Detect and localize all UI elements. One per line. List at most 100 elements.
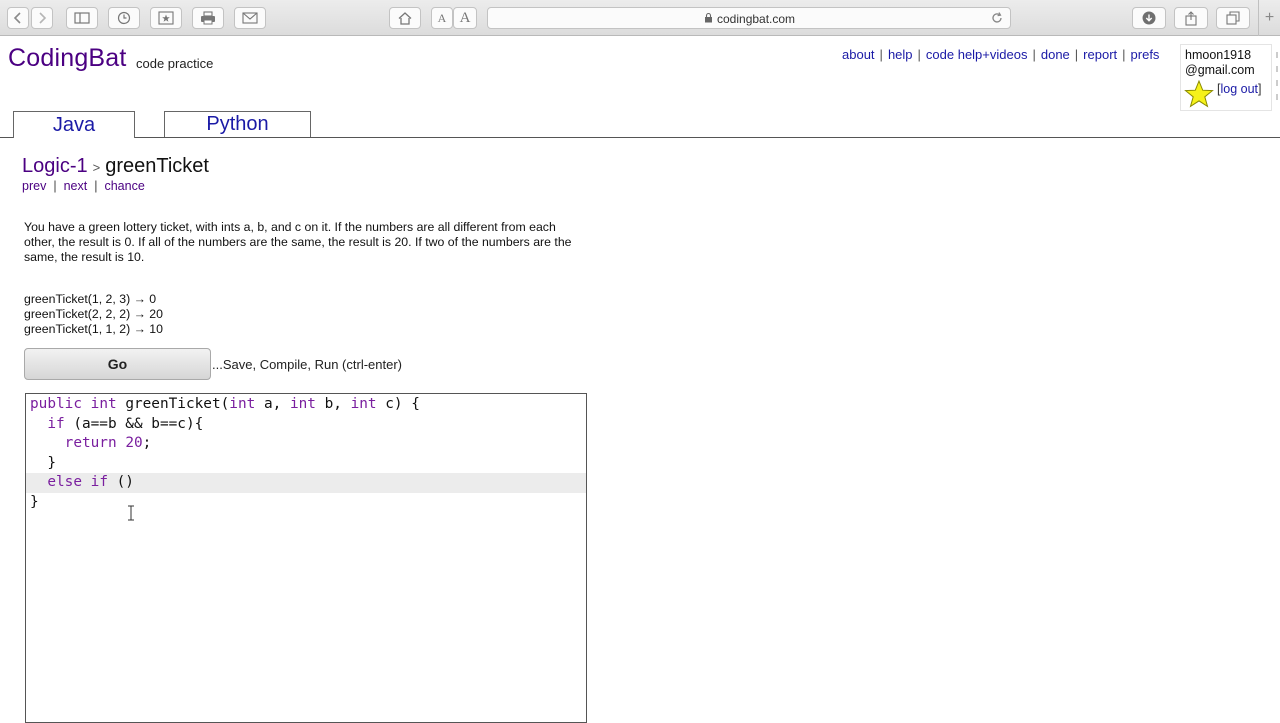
browser-toolbar: A A codingbat.com +	[0, 0, 1280, 36]
mail-button[interactable]	[234, 7, 266, 29]
examples-list: greenTicket(1, 2, 3) → 0 greenTicket(2, …	[24, 292, 163, 337]
history-button[interactable]	[108, 7, 140, 29]
example-item: greenTicket(1, 1, 2) → 10	[24, 322, 163, 336]
tab-python[interactable]: Python	[164, 111, 311, 137]
tab-java[interactable]: Java	[13, 111, 135, 139]
code-keyword: else	[47, 474, 82, 490]
downloads-button[interactable]	[1132, 7, 1166, 29]
problem-nav: prev | next | chance	[22, 179, 145, 193]
lock-icon	[705, 12, 712, 23]
breadcrumb-category[interactable]: Logic-1	[22, 155, 88, 177]
separator: |	[917, 47, 921, 62]
code-line: return 20;	[30, 434, 584, 454]
site-tagline: code practice	[136, 56, 214, 71]
code-text: greenTicket(	[116, 396, 230, 412]
home-button[interactable]	[389, 7, 421, 29]
code-number: 20	[125, 435, 143, 451]
bracket-close: ]	[1258, 82, 1262, 96]
tabs-overview-button[interactable]	[1216, 7, 1250, 29]
about-link[interactable]: about	[842, 47, 875, 62]
code-text: (a==b && b==c){	[64, 415, 204, 432]
prefs-link[interactable]: prefs	[1131, 47, 1160, 62]
problem-description: You have a green lottery ticket, with in…	[24, 220, 572, 264]
code-line: }	[30, 493, 584, 513]
code-editor[interactable]: public int greenTicket(int a, int b, int…	[25, 393, 587, 723]
new-tab-button[interactable]: +	[1258, 0, 1280, 36]
code-text: b,	[315, 396, 351, 412]
code-line: public int greenTicket(int a, int b, int…	[30, 395, 584, 415]
font-larger-button[interactable]: A	[453, 7, 477, 29]
code-help-videos-link[interactable]: code help+videos	[926, 47, 1028, 62]
chance-link[interactable]: chance	[104, 179, 144, 193]
report-link[interactable]: report	[1083, 47, 1117, 62]
separator: |	[879, 47, 883, 62]
code-keyword: return	[64, 435, 117, 451]
code-keyword: if	[90, 474, 108, 490]
star-bookmark-icon	[158, 11, 174, 25]
chevron-right-icon	[39, 12, 47, 24]
next-link[interactable]: next	[64, 179, 88, 193]
code-keyword: int	[90, 396, 117, 412]
code-keyword: if	[47, 415, 65, 432]
page-title: greenTicket	[105, 155, 209, 177]
code-keyword: int	[229, 396, 256, 412]
breadcrumb-arrow: >	[92, 160, 101, 175]
help-link[interactable]: help	[888, 47, 913, 62]
code-text: c) {	[376, 396, 420, 412]
forward-button[interactable]	[31, 7, 53, 29]
separator: |	[53, 179, 57, 193]
share-icon	[1185, 10, 1197, 26]
address-url: codingbat.com	[717, 12, 796, 26]
done-link[interactable]: done	[1041, 47, 1070, 62]
star-icon	[1184, 80, 1214, 108]
code-line-active: else if ()	[26, 473, 586, 493]
separator: |	[1122, 47, 1126, 62]
code-keyword: int	[289, 396, 316, 412]
go-button[interactable]: Go	[24, 348, 211, 380]
code-text: }	[30, 493, 39, 510]
envelope-icon	[242, 12, 258, 24]
address-bar[interactable]: codingbat.com	[487, 7, 1011, 29]
code-text: ;	[142, 435, 152, 451]
logout-container: [log out]	[1217, 82, 1262, 96]
example-item: greenTicket(1, 2, 3) → 0	[24, 292, 157, 306]
code-line: if (a==b && b==c){	[30, 415, 584, 435]
user-box: hmoon1918 @gmail.com [log out]	[1180, 44, 1272, 111]
bookmarks-button[interactable]	[150, 7, 182, 29]
go-hint: ...Save, Compile, Run (ctrl-enter)	[212, 357, 403, 372]
code-line: }	[30, 454, 584, 474]
back-button[interactable]	[7, 7, 29, 29]
code-text: ()	[107, 474, 134, 490]
chevron-left-icon	[13, 12, 21, 24]
text-cursor-icon	[128, 505, 134, 521]
separator: |	[1074, 47, 1079, 62]
user-email-line1: hmoon1918	[1185, 48, 1252, 62]
site-logo[interactable]: CodingBat	[8, 44, 127, 73]
share-button[interactable]	[1174, 7, 1208, 29]
tabs-divider	[0, 137, 1280, 138]
print-button[interactable]	[192, 7, 224, 29]
breadcrumb: Logic-1 > greenTicket	[22, 155, 209, 178]
prev-link[interactable]: prev	[22, 179, 46, 193]
logout-link[interactable]: log out	[1220, 82, 1258, 96]
clock-icon	[117, 11, 131, 25]
user-email-line2: @gmail.com	[1185, 63, 1255, 77]
code-text: }	[30, 454, 56, 471]
home-icon	[398, 11, 412, 25]
sidebar-button[interactable]	[66, 7, 98, 29]
scroll-edge-decoration	[1276, 52, 1278, 100]
download-icon	[1142, 11, 1156, 25]
reload-icon[interactable]	[990, 11, 1004, 25]
separator: |	[1032, 47, 1036, 62]
sidebar-icon	[74, 12, 90, 24]
font-smaller-button[interactable]: A	[431, 7, 453, 29]
tabs-icon	[1226, 11, 1240, 25]
printer-icon	[201, 11, 215, 25]
code-keyword: int	[350, 396, 377, 412]
